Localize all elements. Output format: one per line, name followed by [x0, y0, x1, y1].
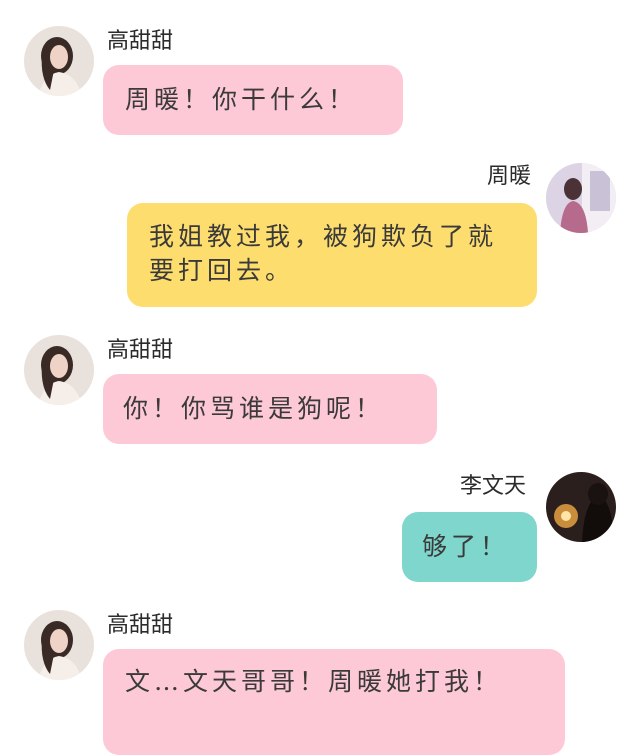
chat-message: 高甜甜 周暖！你干什么！ — [0, 0, 640, 150]
avatar-li-wentian[interactable] — [546, 472, 616, 542]
speaker-name: 李文天 — [460, 474, 527, 499]
speaker-name: 高甜甜 — [107, 613, 174, 638]
avatar-gao-tiantian[interactable] — [24, 26, 94, 96]
speaker-name: 高甜甜 — [107, 338, 174, 363]
avatar-gao-tiantian[interactable] — [24, 335, 94, 405]
chat-message: 周暖 我姐教过我，被狗欺负了就要打回去。 — [0, 150, 640, 320]
avatar-gao-tiantian[interactable] — [24, 610, 94, 680]
speaker-name: 周暖 — [487, 164, 532, 189]
message-bubble: 周暖！你干什么！ — [103, 65, 403, 135]
avatar-zhou-nuan[interactable] — [546, 163, 616, 233]
message-bubble: 够了！ — [402, 512, 537, 582]
chat-message: 高甜甜 文…文天哥哥！周暖她打我！ — [0, 600, 640, 755]
chat-message: 高甜甜 你！你骂谁是狗呢！ — [0, 320, 640, 460]
message-bubble: 你！你骂谁是狗呢！ — [103, 374, 437, 444]
message-bubble: 我姐教过我，被狗欺负了就要打回去。 — [127, 203, 537, 307]
speaker-name: 高甜甜 — [107, 29, 174, 54]
message-bubble: 文…文天哥哥！周暖她打我！ — [103, 649, 565, 755]
chat-message: 李文天 够了！ — [0, 460, 640, 600]
